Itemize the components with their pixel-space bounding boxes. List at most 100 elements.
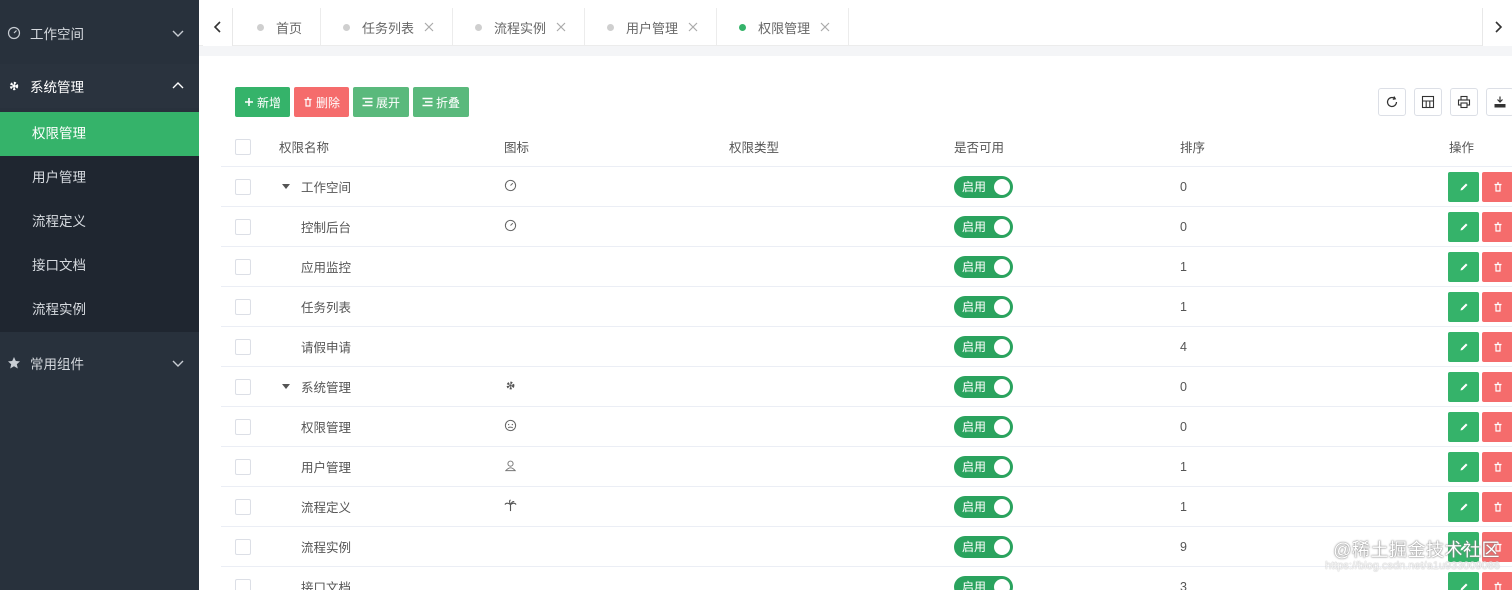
table-row: 流程实例 启用 9 bbox=[221, 527, 1512, 567]
delete-row-button[interactable] bbox=[1482, 171, 1512, 202]
edit-button[interactable] bbox=[1448, 171, 1479, 202]
close-icon[interactable] bbox=[820, 22, 830, 32]
sidebar-item-users[interactable]: 用户管理 bbox=[0, 156, 199, 200]
switch-label: 启用 bbox=[962, 180, 987, 194]
row-checkbox[interactable] bbox=[235, 578, 251, 590]
delete-row-button[interactable] bbox=[1482, 251, 1512, 282]
refresh-button[interactable] bbox=[1378, 88, 1406, 116]
row-checkbox[interactable] bbox=[235, 338, 251, 355]
caret-down-icon[interactable] bbox=[279, 383, 293, 390]
enabled-switch[interactable]: 启用 bbox=[954, 535, 1013, 558]
permission-table: 权限名称 图标 权限类型 是否可用 排序 操作 工作空间 启用 0 控制后台 启… bbox=[221, 127, 1512, 590]
enabled-switch[interactable]: 启用 bbox=[954, 455, 1013, 478]
edit-button[interactable] bbox=[1448, 251, 1479, 282]
print-button[interactable] bbox=[1450, 88, 1478, 116]
enabled-switch[interactable]: 启用 bbox=[954, 375, 1013, 398]
delete-row-button[interactable] bbox=[1482, 451, 1512, 482]
sidebar-item-process-instances[interactable]: 流程实例 bbox=[0, 288, 199, 332]
edit-button[interactable] bbox=[1448, 291, 1479, 322]
delete-row-button[interactable] bbox=[1482, 571, 1512, 590]
sidebar-item-api-docs[interactable]: 接口文档 bbox=[0, 244, 199, 288]
delete-row-button[interactable] bbox=[1482, 411, 1512, 442]
sidebar-group-components[interactable]: 常用组件 bbox=[0, 332, 199, 394]
tab-permissions[interactable]: 权限管理 bbox=[717, 8, 850, 46]
row-actions bbox=[1448, 251, 1512, 282]
row-checkbox[interactable] bbox=[235, 258, 251, 275]
edit-button[interactable] bbox=[1448, 491, 1479, 522]
row-checkbox[interactable] bbox=[235, 178, 251, 195]
edit-button[interactable] bbox=[1448, 451, 1479, 482]
enabled-switch[interactable]: 启用 bbox=[954, 215, 1013, 238]
pencil-icon bbox=[1460, 463, 1467, 470]
delete-button[interactable]: 删除 bbox=[294, 87, 350, 117]
columns-button[interactable] bbox=[1414, 88, 1442, 116]
header-name: 权限名称 bbox=[279, 141, 330, 155]
switch-label: 启用 bbox=[962, 460, 987, 474]
sidebar-group-system[interactable]: 系统管理 bbox=[0, 64, 199, 108]
palm-icon bbox=[504, 498, 517, 515]
row-checkbox-cell bbox=[235, 378, 257, 395]
row-enabled-cell: 启用 bbox=[954, 255, 1013, 278]
expand-button[interactable]: 展开 bbox=[353, 87, 410, 117]
sidebar-group-workspace[interactable]: 工作空间 bbox=[0, 0, 199, 66]
row-actions bbox=[1448, 171, 1512, 202]
row-checkbox[interactable] bbox=[235, 298, 251, 315]
pencil-icon bbox=[1460, 583, 1467, 590]
row-name: 流程实例 bbox=[301, 541, 352, 555]
add-button[interactable]: 新增 bbox=[235, 87, 291, 117]
pencil-icon bbox=[1460, 503, 1467, 510]
close-icon[interactable] bbox=[688, 22, 698, 32]
gear-icon bbox=[504, 381, 517, 395]
export-button[interactable] bbox=[1486, 88, 1512, 116]
edit-button[interactable] bbox=[1448, 571, 1479, 590]
tab-scroll-left-button[interactable] bbox=[203, 8, 233, 46]
delete-row-button[interactable] bbox=[1482, 331, 1512, 362]
row-checkbox[interactable] bbox=[235, 538, 251, 555]
tab-process-instances[interactable]: 流程实例 bbox=[453, 8, 586, 46]
enabled-switch[interactable]: 启用 bbox=[954, 495, 1013, 518]
edit-button[interactable] bbox=[1448, 211, 1479, 242]
tab-user-management[interactable]: 用户管理 bbox=[585, 8, 718, 46]
tab-task-list[interactable]: 任务列表 bbox=[321, 8, 454, 46]
edit-button[interactable] bbox=[1448, 371, 1479, 402]
enabled-switch[interactable]: 启用 bbox=[954, 335, 1013, 358]
row-sort: 1 bbox=[1180, 299, 1187, 314]
delete-row-button[interactable] bbox=[1482, 211, 1512, 242]
tab-home[interactable]: 首页 bbox=[235, 8, 322, 46]
row-name: 应用监控 bbox=[301, 261, 352, 275]
tab-bar: 首页 任务列表 流程实例 用户管理 权限管理 bbox=[199, 0, 1512, 46]
enabled-switch[interactable]: 启用 bbox=[954, 575, 1013, 590]
caret-down-icon[interactable] bbox=[279, 183, 293, 190]
sidebar-submenu: 权限管理 用户管理 流程定义 接口文档 流程实例 bbox=[0, 112, 199, 332]
enabled-switch[interactable]: 启用 bbox=[954, 415, 1013, 438]
sidebar-item-permissions[interactable]: 权限管理 bbox=[0, 112, 199, 156]
trash-icon bbox=[1494, 421, 1501, 432]
enabled-switch[interactable]: 启用 bbox=[954, 255, 1013, 278]
collapse-button[interactable]: 折叠 bbox=[413, 87, 470, 117]
delete-row-button[interactable] bbox=[1482, 491, 1512, 522]
row-name: 请假申请 bbox=[301, 341, 352, 355]
edit-button[interactable] bbox=[1448, 331, 1479, 362]
row-checkbox-cell bbox=[235, 418, 257, 435]
trash-icon bbox=[1494, 381, 1501, 392]
delete-row-button[interactable] bbox=[1482, 291, 1512, 322]
row-checkbox[interactable] bbox=[235, 498, 251, 515]
row-checkbox[interactable] bbox=[235, 378, 251, 395]
switch-knob bbox=[994, 498, 1010, 515]
close-icon[interactable] bbox=[556, 22, 566, 32]
row-checkbox[interactable] bbox=[235, 418, 251, 435]
switch-label: 启用 bbox=[962, 500, 987, 514]
enabled-switch[interactable]: 启用 bbox=[954, 175, 1013, 198]
table-row: 用户管理 启用 1 bbox=[221, 447, 1512, 487]
row-checkbox[interactable] bbox=[235, 458, 251, 475]
select-all-checkbox[interactable] bbox=[235, 138, 251, 155]
pencil-icon bbox=[1460, 263, 1467, 270]
enabled-switch[interactable]: 启用 bbox=[954, 295, 1013, 318]
sidebar-item-process-definition[interactable]: 流程定义 bbox=[0, 200, 199, 244]
export-icon bbox=[1494, 96, 1506, 108]
row-checkbox[interactable] bbox=[235, 218, 251, 235]
close-icon[interactable] bbox=[424, 22, 434, 32]
tab-scroll-right-button[interactable] bbox=[1482, 8, 1512, 46]
edit-button[interactable] bbox=[1448, 411, 1479, 442]
delete-row-button[interactable] bbox=[1482, 371, 1512, 402]
